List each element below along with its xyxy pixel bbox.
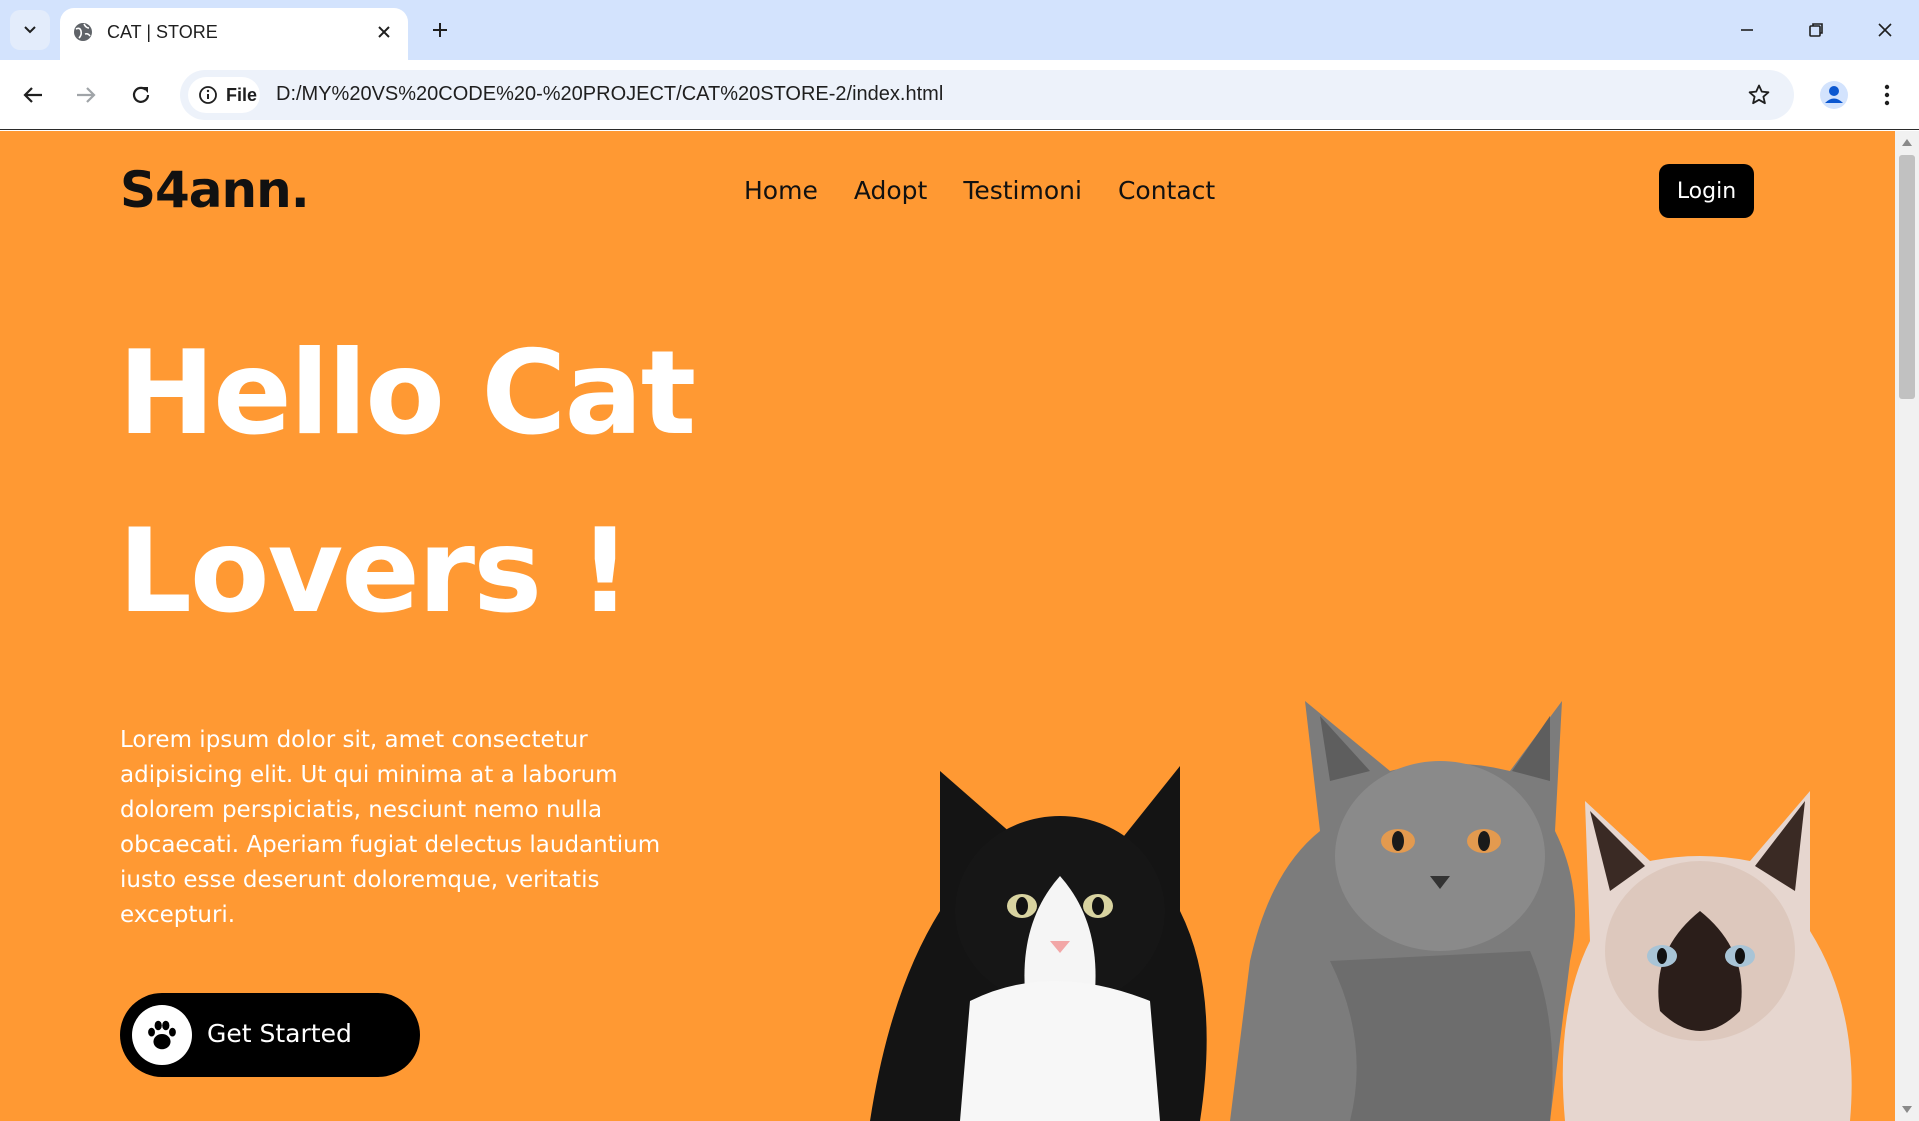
browser-tabstrip: CAT | STORE	[0, 0, 1919, 60]
close-icon	[378, 26, 390, 38]
forward-icon	[77, 87, 96, 103]
cats-hero-image	[870, 701, 1852, 1121]
browser-toolbar: File D:/MY%20VS%20CODE%20-%20PROJECT/CAT…	[0, 60, 1919, 130]
nav-link-adopt[interactable]: Adopt	[854, 176, 928, 205]
more-vert-icon	[1884, 84, 1890, 106]
tab-title: CAT | STORE	[107, 22, 218, 42]
page-scrollbar[interactable]	[1895, 131, 1919, 1121]
nav-link-contact[interactable]: Contact	[1118, 176, 1215, 205]
nav-link-home[interactable]: Home	[744, 176, 818, 205]
forward-button[interactable]	[66, 75, 106, 115]
get-started-label: Get Started	[207, 1019, 352, 1048]
back-icon	[23, 87, 42, 103]
brand-logo[interactable]: S4ann.	[120, 161, 310, 219]
hero-title-line-2: Lovers !	[118, 504, 631, 639]
minimize-button[interactable]	[1723, 10, 1771, 50]
nav-link-testimoni[interactable]: Testimoni	[963, 176, 1082, 205]
site-chip-label: File	[226, 84, 258, 105]
login-button[interactable]: Login	[1659, 164, 1754, 218]
back-button[interactable]	[13, 75, 53, 115]
scroll-down-arrow[interactable]	[1902, 1106, 1912, 1113]
reload-button[interactable]	[121, 75, 161, 115]
tab-list-button[interactable]	[10, 10, 50, 50]
siamese-cat	[1562, 791, 1852, 1121]
tab-close-button[interactable]	[372, 20, 396, 44]
window-close-button[interactable]	[1861, 10, 1909, 50]
window-close-icon	[1878, 23, 1892, 37]
scroll-up-arrow[interactable]	[1902, 139, 1912, 146]
profile-icon	[1820, 81, 1848, 109]
profile-button[interactable]	[1816, 77, 1852, 113]
globe-icon	[74, 23, 92, 41]
active-tab[interactable]: CAT | STORE	[60, 8, 408, 60]
address-bar[interactable]: File D:/MY%20VS%20CODE%20-%20PROJECT/CAT…	[180, 70, 1794, 120]
url-text[interactable]: D:/MY%20VS%20CODE%20-%20PROJECT/CAT%20ST…	[276, 83, 943, 106]
grey-cat	[1230, 701, 1575, 1121]
plus-icon	[433, 23, 447, 37]
hero-title-line-1: Hello Cat	[118, 326, 696, 461]
get-started-button[interactable]: Get Started	[120, 993, 420, 1077]
tab-list-icon	[24, 26, 36, 34]
hero-description: Lorem ipsum dolor sit, amet consectetur …	[120, 727, 661, 928]
paw-icon	[132, 1005, 192, 1065]
minimize-icon	[1741, 29, 1753, 31]
restore-button[interactable]	[1792, 10, 1840, 50]
site-info-chip[interactable]: File	[188, 77, 260, 113]
new-tab-button[interactable]	[424, 14, 456, 46]
star-icon	[1748, 84, 1770, 105]
main-nav: Home Adopt Testimoni Contact	[744, 176, 1215, 205]
browser-menu-button[interactable]	[1872, 77, 1902, 113]
tuxedo-cat	[870, 766, 1207, 1121]
info-icon	[199, 86, 217, 104]
scroll-thumb[interactable]	[1899, 155, 1915, 399]
restore-icon	[1809, 23, 1823, 37]
page-viewport: S4ann. Home Adopt Testimoni Contact Logi…	[0, 131, 1895, 1121]
reload-icon	[132, 86, 150, 103]
bookmark-button[interactable]	[1746, 82, 1772, 108]
